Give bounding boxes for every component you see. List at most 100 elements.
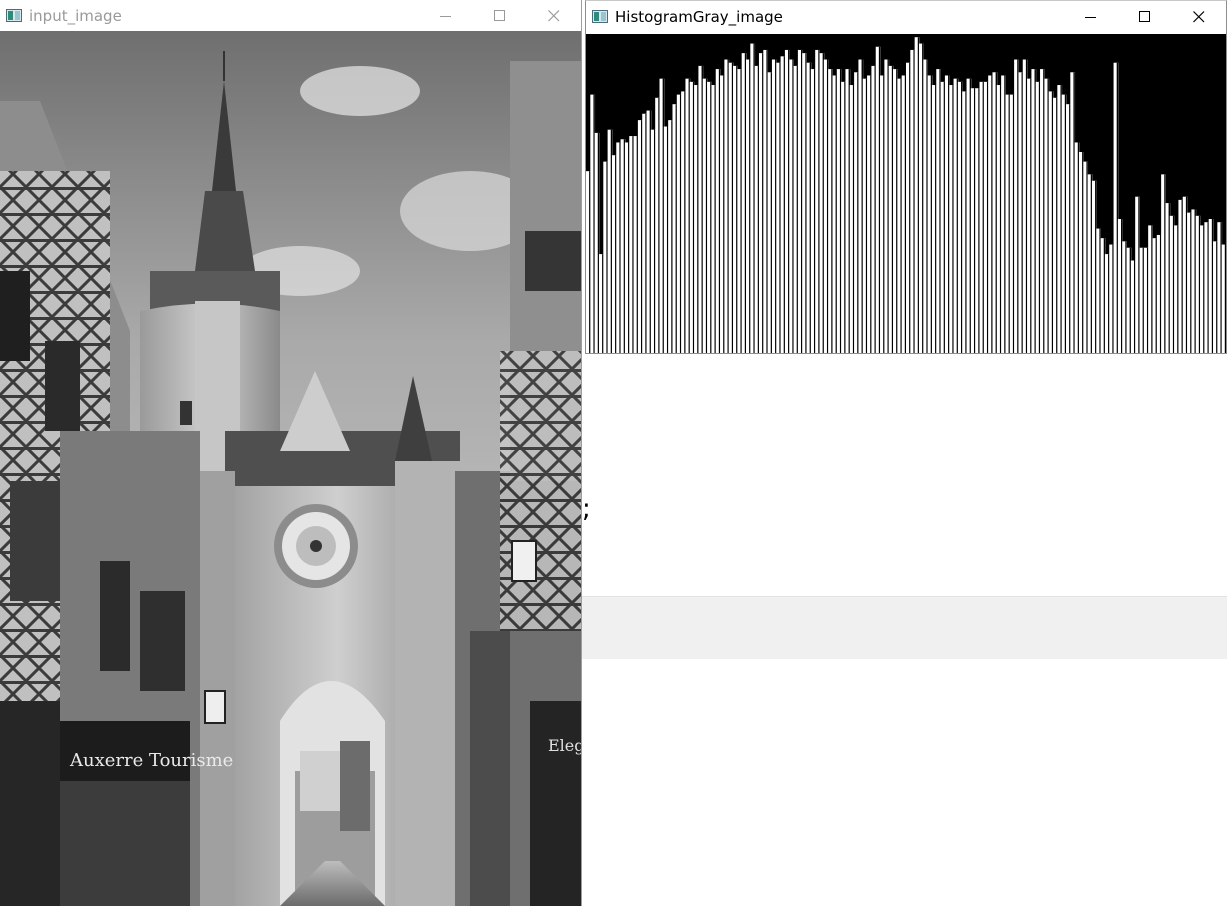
histogram-bar-gap <box>1146 247 1149 353</box>
histogram-bar-gap <box>1224 244 1226 353</box>
histogram-bar-gap <box>917 37 920 353</box>
grayscale-photo: Auxerre Tourisme Elegan <box>0 31 581 906</box>
minimize-icon <box>440 15 451 17</box>
histogram-bar-gap <box>965 91 967 353</box>
histogram-bar-gap <box>788 49 790 353</box>
histogram-bar-gap <box>857 72 859 353</box>
histogram-chart <box>586 34 1226 353</box>
histogram-window[interactable]: HistogramGray_image <box>585 0 1227 354</box>
histogram-bar-gap <box>714 85 716 353</box>
histogram-bar-gap <box>973 88 976 353</box>
histogram-bar-gap <box>805 53 807 353</box>
histogram-bar-gap <box>887 59 889 353</box>
histogram-bar-gap <box>593 94 595 353</box>
opencv-app-icon <box>6 9 22 22</box>
histogram-bar-gap <box>1034 69 1036 353</box>
histogram-bar-gap <box>1185 196 1188 353</box>
histogram-bar-gap <box>1168 203 1170 353</box>
histogram-bar-gap <box>1069 104 1071 353</box>
histogram-bar-gap <box>913 49 915 353</box>
histogram-bar-gap <box>922 43 924 353</box>
histogram-bar-gap <box>1142 247 1145 353</box>
histogram-bar-gap <box>762 53 764 353</box>
histogram-bar-gap <box>1008 94 1010 353</box>
histogram-bar-gap <box>839 69 842 353</box>
histogram-bar-gap <box>615 155 617 353</box>
maximize-icon <box>494 9 505 21</box>
histogram-bar-gap <box>904 75 907 353</box>
histogram-bar-gap <box>826 59 829 353</box>
histogram-bar-gap <box>1181 199 1183 353</box>
histogram-bar-gap <box>883 75 885 353</box>
close-button[interactable] <box>527 0 581 31</box>
histogram-bar-gap <box>662 78 665 353</box>
histogram-bar-gap <box>986 81 989 353</box>
histogram-bar-gap <box>1047 78 1049 353</box>
maximize-icon <box>1139 10 1150 22</box>
histogram-bar-gap <box>822 53 825 353</box>
histogram-bar-gap <box>1064 94 1067 353</box>
minimize-button[interactable] <box>1064 1 1118 32</box>
histogram-bar-gap <box>606 161 608 353</box>
histogram-bar-gap <box>1155 238 1158 353</box>
input-image-titlebar[interactable]: input_image <box>0 0 581 32</box>
histogram-bar-gap <box>775 59 777 353</box>
histogram-bar-gap <box>861 59 863 353</box>
histogram-bar-gap <box>610 129 613 353</box>
input-image-window[interactable]: input_image Auxerre Tourisme Eleg <box>0 0 582 906</box>
histogram-bar-gap <box>671 120 673 353</box>
histogram-bar-gap <box>753 43 755 353</box>
histogram-bar-gap <box>645 113 647 353</box>
minimize-button[interactable] <box>419 0 473 31</box>
histogram-bar-gap <box>653 129 656 353</box>
maximize-button[interactable] <box>1118 1 1172 32</box>
histogram-bar-gap <box>1017 59 1019 353</box>
histogram-bar-gap <box>852 85 855 353</box>
histogram-bar-gap <box>727 59 729 353</box>
photo-sign-text: Auxerre Tourisme <box>69 750 233 771</box>
histogram-bar-gap <box>1177 225 1179 353</box>
histogram-bar-gap <box>684 91 686 353</box>
histogram-bar-gap <box>848 69 850 353</box>
histogram-bar-gap <box>783 56 786 353</box>
histogram-bar-gap <box>891 65 894 353</box>
maximize-button[interactable] <box>473 0 527 31</box>
histogram-bar-gap <box>1108 254 1110 353</box>
histogram-bar-gap <box>991 75 993 353</box>
close-icon <box>548 9 560 21</box>
histogram-bar-gap <box>1133 260 1136 353</box>
histogram-bar-gap <box>641 120 643 353</box>
histogram-bar-gap <box>666 126 669 353</box>
histogram-bar-gap <box>1203 225 1205 353</box>
histogram-bar-gap <box>1103 238 1106 353</box>
histogram-bar-gap <box>1099 228 1101 353</box>
background-panel-band <box>582 596 1227 629</box>
histogram-bar-gap <box>1125 241 1127 353</box>
histogram-bar-gap <box>766 49 768 353</box>
close-button[interactable] <box>1172 1 1226 32</box>
histogram-bar-gap <box>1082 152 1084 353</box>
histogram-bar-gap <box>930 75 933 353</box>
histogram-bar-gap <box>1030 78 1032 353</box>
background-panel-band-2 <box>582 628 1227 659</box>
histogram-bar-gap <box>796 65 799 353</box>
histogram-bar-gap <box>749 59 751 353</box>
histogram-bar-gap <box>731 62 734 353</box>
histogram-bar-gap <box>710 81 712 353</box>
histogram-bar-gap <box>956 78 959 353</box>
histogram-bar-gap <box>619 142 621 353</box>
histogram-bar-gap <box>1121 219 1123 353</box>
histogram-bar-gap <box>697 85 699 353</box>
histogram-bar-gap <box>744 53 747 353</box>
histogram-bar-gap <box>1159 234 1162 353</box>
histogram-bar-gap <box>679 94 682 353</box>
histogram-bar-gap <box>1043 69 1045 353</box>
histogram-bar-gap <box>701 65 703 353</box>
histogram-titlebar[interactable]: HistogramGray_image <box>586 1 1226 32</box>
histogram-bar-gap <box>688 78 690 353</box>
histogram-bar-gap <box>831 69 833 353</box>
histogram-bar-gap <box>1220 222 1222 353</box>
histogram-bar-gap <box>632 136 634 353</box>
histogram-bar-gap <box>809 62 812 353</box>
histogram-bar-gap <box>813 69 816 353</box>
